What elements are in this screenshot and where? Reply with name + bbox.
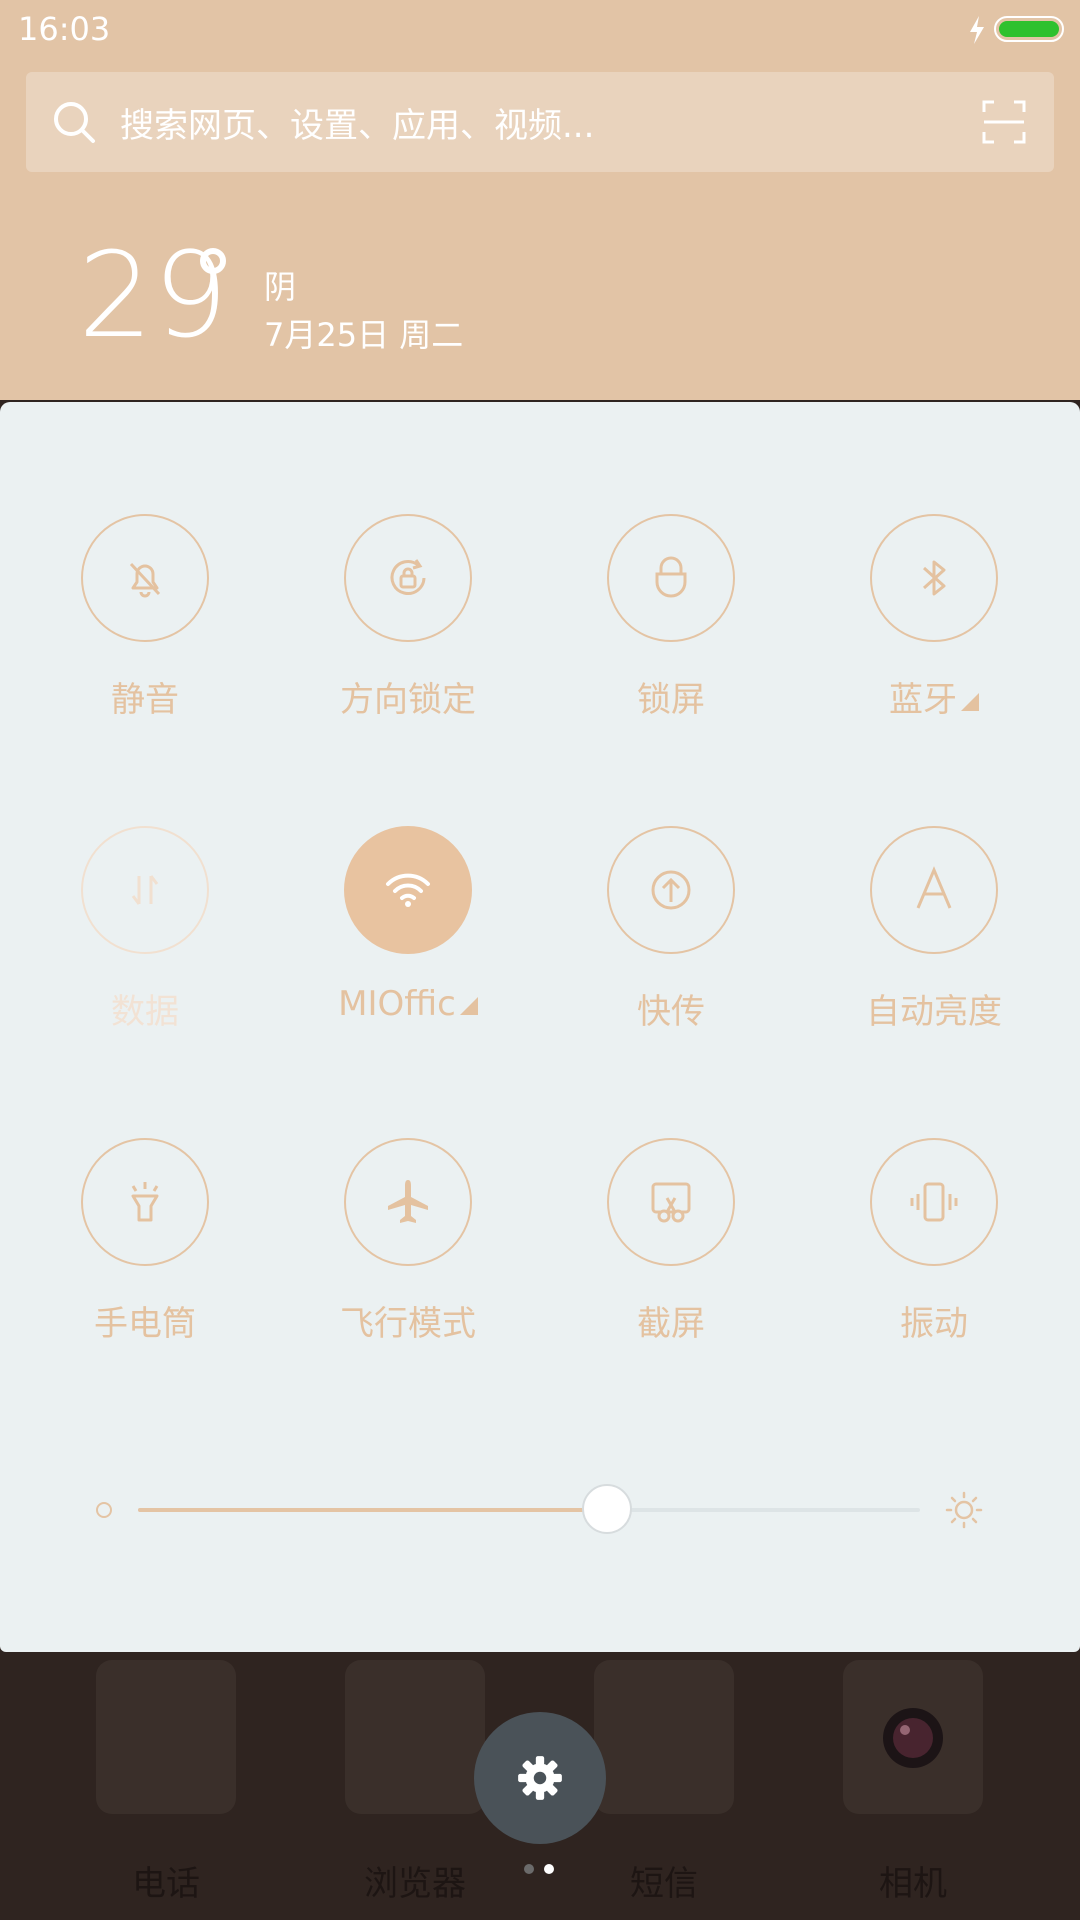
status-bar: 16:03	[0, 0, 1080, 60]
degree-icon	[200, 248, 226, 274]
tile-mobile-data[interactable]: 数据	[45, 826, 245, 1033]
weather-condition: 阴	[264, 268, 297, 306]
tile-label: 数据	[111, 992, 179, 1032]
search-bar[interactable]: 搜索网页、设置、应用、视频...	[26, 72, 1054, 172]
brightness-low-icon	[96, 1502, 112, 1518]
tile-circle	[607, 826, 735, 954]
tile-quick-share[interactable]: 快传	[571, 826, 771, 1033]
quick-settings-panel: 静音 方向锁定 锁屏 蓝牙 数据 MIOffic 快传 自动亮度 手电筒 飞行模…	[0, 402, 1080, 1652]
dock-app-label: 浏览器	[364, 1864, 466, 1904]
tile-auto-brightness[interactable]: 自动亮度	[834, 826, 1034, 1033]
tile-label: 振动	[900, 1304, 968, 1344]
tile-circle	[344, 1138, 472, 1266]
tile-circle	[81, 826, 209, 954]
tile-vibrate[interactable]: 振动	[834, 1138, 1034, 1345]
dock-app-messages[interactable]: 短信	[594, 1660, 734, 1904]
tile-label: 自动亮度	[866, 992, 1002, 1032]
upload-circle-icon	[651, 870, 691, 910]
brightness-fill	[138, 1508, 608, 1512]
tile-airplane-mode[interactable]: 飞行模式	[308, 1138, 508, 1345]
bell-off-icon	[129, 562, 161, 598]
tile-circle	[870, 826, 998, 954]
tile-label: 快传	[637, 992, 705, 1032]
tile-flashlight[interactable]: 手电筒	[45, 1138, 245, 1345]
tile-label: MIOffic	[338, 984, 456, 1024]
page-indicator-dot-active	[544, 1864, 554, 1874]
screenshot-icon	[651, 1182, 691, 1223]
tile-screenshot[interactable]: 截屏	[571, 1138, 771, 1345]
expand-arrow-icon[interactable]	[459, 997, 478, 1015]
tile-label-wrap: MIOffic	[308, 984, 508, 1024]
charging-icon	[970, 16, 984, 44]
airplane-icon	[388, 1180, 428, 1223]
search-icon	[54, 102, 95, 143]
status-time: 16:03	[18, 10, 111, 48]
gear-icon	[518, 1756, 562, 1800]
tile-circle	[607, 1138, 735, 1266]
tile-circle	[344, 514, 472, 642]
dock-app-phone[interactable]: 电话	[96, 1660, 236, 1904]
expand-arrow-icon[interactable]	[961, 693, 979, 711]
tile-circle	[870, 514, 998, 642]
scan-icon[interactable]	[980, 98, 1028, 146]
bluetooth-icon	[922, 560, 946, 596]
vibrate-icon	[910, 1182, 958, 1222]
brightness-knob[interactable]	[582, 1484, 633, 1534]
dock-app-label: 短信	[630, 1864, 698, 1904]
flashlight-icon	[131, 1182, 159, 1222]
brightness-slider[interactable]	[96, 1484, 986, 1534]
brightness-track[interactable]	[138, 1484, 920, 1534]
tile-rotation-lock[interactable]: 方向锁定	[308, 514, 508, 721]
dock-app-label: 电话	[132, 1864, 200, 1904]
tile-label: 方向锁定	[340, 680, 476, 720]
tile-silent[interactable]: 静音	[45, 514, 245, 721]
tile-label: 手电筒	[94, 1304, 196, 1344]
tile-label: 锁屏	[637, 680, 705, 720]
battery-icon	[994, 16, 1064, 42]
dock-app-label: 相机	[879, 1864, 947, 1904]
data-arrows-icon	[131, 875, 159, 905]
lock-icon	[655, 556, 687, 598]
tile-label-wrap: 蓝牙	[834, 672, 1034, 721]
messages-app-icon	[594, 1660, 734, 1814]
weather-date: 7月25日 周二	[264, 316, 464, 354]
tile-wifi[interactable]: MIOffic	[308, 826, 508, 1024]
tile-circle	[607, 514, 735, 642]
tile-circle	[344, 826, 472, 954]
brightness-high-icon	[945, 1491, 983, 1529]
browser-app-icon	[345, 1660, 485, 1814]
tile-label: 静音	[111, 680, 179, 720]
rotation-lock-icon	[390, 559, 426, 595]
tile-label: 飞行模式	[340, 1304, 476, 1344]
tile-lock-screen[interactable]: 锁屏	[571, 514, 771, 721]
battery-level	[999, 21, 1059, 37]
auto-brightness-icon	[916, 866, 952, 909]
settings-button[interactable]	[474, 1712, 606, 1844]
dock-app-camera[interactable]: 相机	[843, 1660, 983, 1904]
phone-app-icon	[96, 1660, 236, 1814]
tile-circle	[870, 1138, 998, 1266]
dock-app-browser[interactable]: 浏览器	[345, 1660, 485, 1904]
wifi-icon	[386, 873, 430, 907]
tile-label: 蓝牙	[889, 680, 957, 720]
tile-circle	[81, 1138, 209, 1266]
tile-label: 截屏	[637, 1304, 705, 1344]
notification-header: 16:03 搜索网页、设置、应用、视频... 29 阴 7月25日 周二	[0, 0, 1080, 400]
camera-app-icon	[843, 1660, 983, 1814]
page-indicator-dot	[524, 1864, 534, 1874]
search-input[interactable]: 搜索网页、设置、应用、视频...	[120, 98, 594, 147]
tile-circle	[81, 514, 209, 642]
tile-bluetooth[interactable]: 蓝牙	[834, 514, 1034, 721]
